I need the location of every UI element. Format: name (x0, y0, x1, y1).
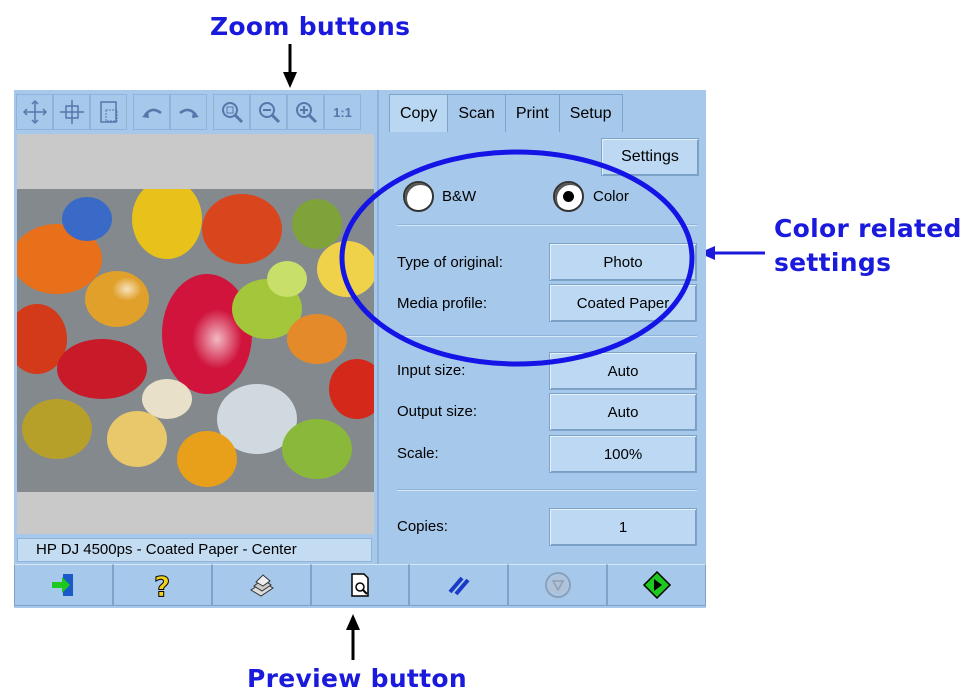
fit-page-button[interactable] (90, 94, 127, 130)
exit-icon (52, 574, 74, 596)
svg-text:?: ? (154, 570, 170, 600)
help-button[interactable]: ? (112, 564, 212, 606)
color-settings-highlight-ellipse (339, 149, 695, 367)
output-size-button[interactable]: Auto (549, 393, 697, 431)
scale-button[interactable]: 100% (549, 435, 697, 473)
reset-button[interactable] (409, 564, 509, 606)
actual-size-button[interactable]: 1:1 (324, 94, 361, 130)
move-button[interactable] (53, 94, 90, 130)
zoom-toolbar: 1:1 (16, 94, 374, 132)
help-icon: ? (154, 570, 171, 600)
color-callout-line2: settings (774, 248, 892, 277)
color-callout-line1: Color related (774, 214, 962, 243)
preview-icon (351, 573, 369, 597)
actual-size-icon: 1:1 (333, 104, 352, 120)
divider (397, 489, 697, 491)
tab-copy[interactable]: Copy (389, 94, 449, 132)
pan-button[interactable] (16, 94, 53, 130)
stop-button[interactable] (508, 564, 608, 606)
preview-button-callout: Preview button (247, 664, 467, 693)
preview-callout-arrow (346, 614, 360, 660)
status-bar: HP DJ 4500ps - Coated Paper - Center (17, 538, 372, 562)
output-size-label: Output size: (397, 403, 478, 420)
pan-icon (22, 99, 47, 125)
tab-print[interactable]: Print (504, 94, 560, 132)
copies-label: Copies: (397, 518, 448, 535)
rotate-right-button[interactable] (170, 94, 207, 130)
bottom-toolbar: ? (14, 564, 707, 608)
preview-image (17, 189, 374, 492)
zoom-out-button[interactable] (250, 94, 287, 130)
zoom-in-button[interactable] (287, 94, 324, 130)
start-button[interactable] (607, 564, 707, 606)
tab-bar: Copy Scan Print Setup (389, 94, 623, 132)
tab-setup[interactable]: Setup (558, 94, 623, 132)
move-icon (59, 100, 84, 124)
copies-button[interactable]: 1 (549, 508, 697, 546)
scale-label: Scale: (397, 445, 439, 462)
stop-icon (544, 572, 571, 598)
media-button[interactable] (211, 564, 311, 606)
undo-rotate-icon (141, 108, 162, 118)
rotate-left-button[interactable] (133, 94, 170, 130)
preview-panel: 1:1 HP DJ 4500ps - Coated Paper - Center (14, 90, 377, 564)
tab-scan[interactable]: Scan (447, 94, 506, 132)
start-icon (642, 570, 671, 600)
redo-rotate-icon (178, 108, 199, 118)
zoom-out-icon (258, 102, 280, 124)
preview-area (17, 134, 374, 534)
zoom-buttons-callout: Zoom buttons (210, 12, 411, 41)
preview-button[interactable] (310, 564, 410, 606)
color-settings-callout: Color related settings (774, 212, 962, 280)
media-icon (250, 574, 275, 597)
zoom-in-icon (295, 102, 317, 124)
zoom-fit-icon (221, 102, 243, 124)
fit-page-icon (99, 101, 117, 123)
reset-icon (448, 576, 470, 596)
zoom-callout-arrow (283, 44, 297, 88)
color-callout-arrow (699, 246, 765, 260)
zoom-fit-button[interactable] (213, 94, 250, 130)
exit-button[interactable] (14, 564, 113, 606)
